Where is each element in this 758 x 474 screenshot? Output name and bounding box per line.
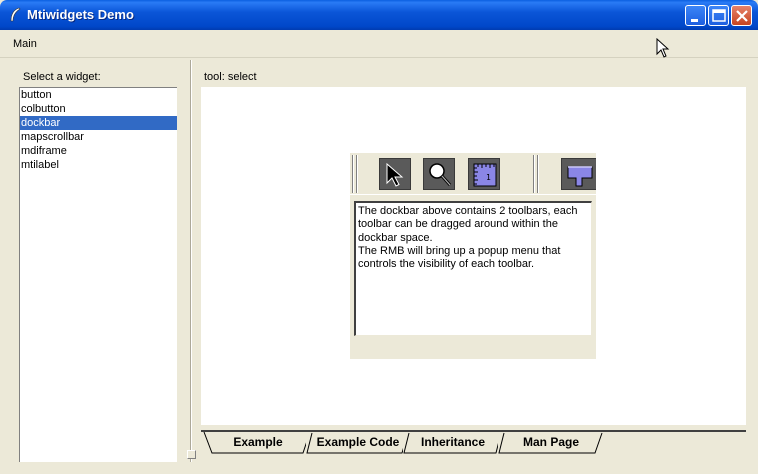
tab-label: Inheritance — [420, 435, 486, 449]
tab-inheritance[interactable]: Inheritance — [403, 432, 503, 454]
list-item[interactable]: mtilabel — [20, 158, 177, 172]
panel-divider — [190, 60, 192, 462]
feather-icon[interactable] — [8, 7, 22, 23]
toolbar-grip[interactable] — [537, 155, 539, 193]
mouse-cursor-icon — [656, 37, 670, 61]
title-bar: Mtiwidgets Demo — [0, 0, 758, 30]
widget-listbox[interactable]: button colbutton dockbar mapscrollbar md… — [19, 87, 177, 462]
maximize-button[interactable] — [708, 5, 729, 26]
tab-label: Man Page — [522, 435, 579, 449]
list-item[interactable]: mdiframe — [20, 144, 177, 158]
tab-example[interactable]: Example — [203, 432, 313, 454]
menu-main[interactable]: Main — [13, 38, 37, 50]
ruler-icon[interactable]: 1 — [468, 158, 500, 190]
dockbar-description-text[interactable]: The dockbar above contains 2 toolbars, e… — [354, 201, 592, 336]
toolbar-grip[interactable] — [356, 155, 358, 193]
list-item-selected[interactable]: dockbar — [20, 116, 177, 130]
tab-label: Example Code — [316, 435, 400, 449]
select-widget-label: Select a widget: — [23, 71, 101, 83]
toolbar-grip[interactable] — [533, 155, 535, 193]
menubar: Main — [0, 30, 758, 58]
window-title: Mtiwidgets Demo — [27, 7, 134, 22]
list-item[interactable]: mapscrollbar — [20, 130, 177, 144]
tab-label: Example — [233, 435, 283, 449]
tab-bottom-strip — [201, 454, 746, 462]
dockbar: 1 — [350, 153, 596, 195]
pane-sash-handle[interactable] — [187, 450, 196, 459]
tool-status: tool: select — [204, 71, 257, 83]
toolbar-shape-icon[interactable] — [561, 158, 596, 190]
close-button[interactable] — [731, 5, 752, 26]
close-icon — [736, 10, 748, 22]
list-item[interactable]: button — [20, 88, 177, 102]
minimize-button[interactable] — [685, 5, 706, 26]
minimize-icon — [691, 19, 698, 22]
tab-example-code[interactable]: Example Code — [306, 432, 410, 454]
svg-text:1: 1 — [486, 173, 491, 182]
magnifier-icon[interactable] — [423, 158, 455, 190]
dockbar-demo: 1 The dockbar above contains 2 toolbars,… — [350, 153, 596, 359]
list-item[interactable]: colbutton — [20, 102, 177, 116]
toolbar-grip[interactable] — [352, 155, 354, 193]
tab-man-page[interactable]: Man Page — [498, 432, 604, 454]
arrow-pointer-icon[interactable] — [379, 158, 411, 190]
maximize-icon — [712, 9, 726, 22]
